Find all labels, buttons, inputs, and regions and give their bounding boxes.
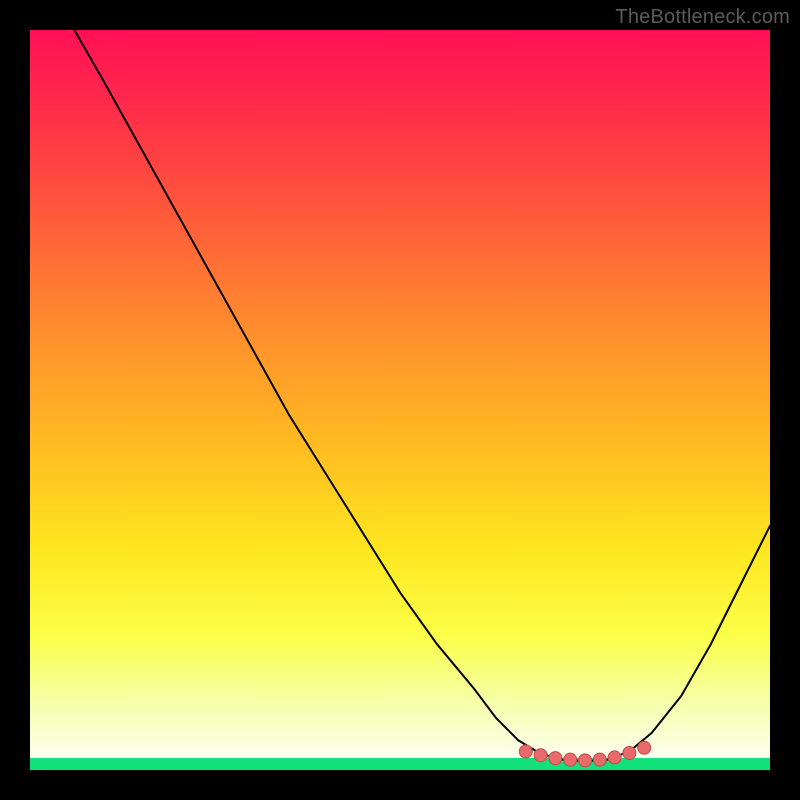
trough-marker [579, 754, 592, 767]
trough-markers [519, 741, 650, 767]
trough-marker [534, 749, 547, 762]
trough-marker [608, 751, 621, 764]
trough-marker [519, 745, 532, 758]
trough-marker [593, 753, 606, 766]
trough-marker [549, 752, 562, 765]
chart-stage: TheBottleneck.com [0, 0, 800, 800]
plot-svg [30, 30, 770, 770]
plot-area [30, 30, 770, 770]
watermark-text: TheBottleneck.com [615, 6, 790, 29]
trough-marker [564, 753, 577, 766]
trough-marker [638, 741, 651, 754]
bottleneck-curve [74, 30, 770, 761]
trough-marker [623, 746, 636, 759]
